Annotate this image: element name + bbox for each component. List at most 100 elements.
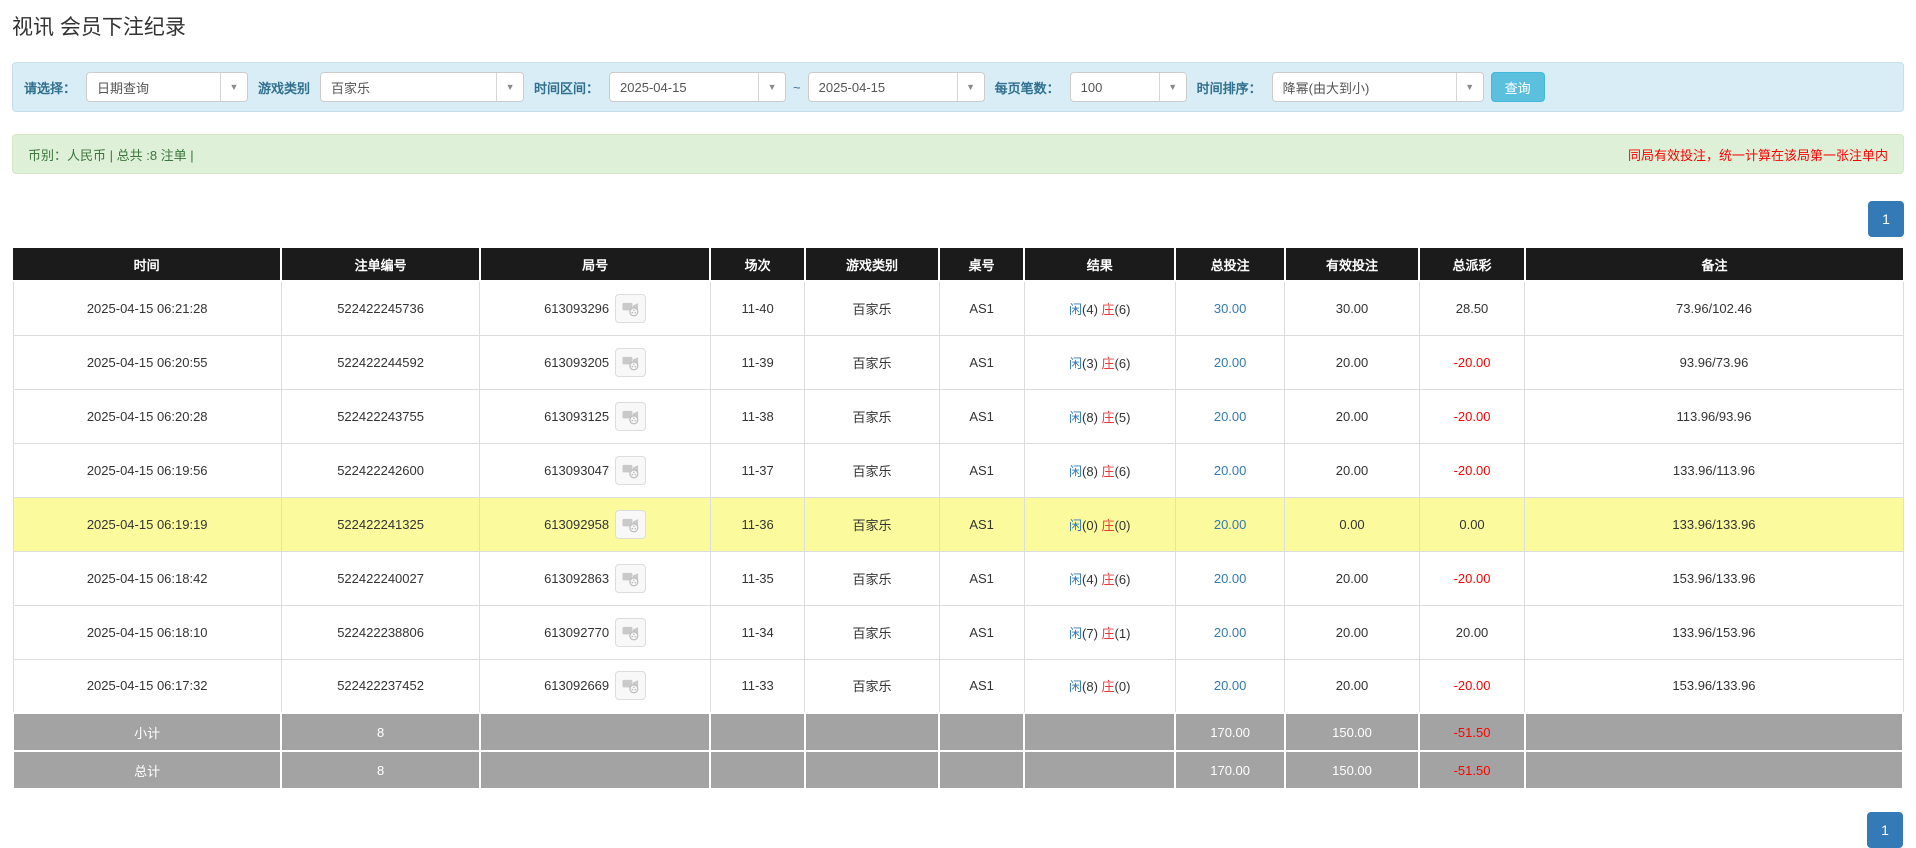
video-replay-button[interactable]	[615, 510, 646, 539]
valid-bet-cell: 20.00	[1285, 551, 1419, 605]
table-no-cell: AS1	[939, 497, 1024, 551]
page-1-button-bottom[interactable]: 1	[1867, 812, 1903, 848]
total-bet-cell: 20.00	[1175, 335, 1285, 389]
round-cell: 613093296	[480, 281, 711, 335]
game-type-cell: 百家乐	[805, 335, 939, 389]
total-bet-cell: 20.00	[1175, 605, 1285, 659]
video-replay-button[interactable]	[615, 564, 646, 593]
result-cell: 闲(8) 庄(6)	[1024, 443, 1175, 497]
remark-cell: 133.96/133.96	[1525, 497, 1903, 551]
result-cell: 闲(8) 庄(0)	[1024, 659, 1175, 713]
game-type-cell: 百家乐	[805, 497, 939, 551]
round-cell: 613092669	[480, 659, 711, 713]
bet-table-body: 2025-04-15 06:21:28522422245736613093296…	[13, 281, 1903, 713]
video-replay-button[interactable]	[615, 671, 646, 700]
total-bet-link[interactable]: 20.00	[1214, 355, 1247, 370]
bet-id-cell: 522422241325	[281, 497, 479, 551]
date-to-select[interactable]: 2025-04-15 ▼	[808, 72, 985, 102]
total-bet-cell: 20.00	[1175, 551, 1285, 605]
remark-cell: 153.96/133.96	[1525, 659, 1903, 713]
payout-cell: -20.00	[1419, 443, 1525, 497]
time-cell: 2025-04-15 06:19:56	[13, 443, 281, 497]
summary-label-cell: 总计	[13, 751, 281, 789]
result-cell: 闲(7) 庄(1)	[1024, 605, 1175, 659]
payout-cell: 20.00	[1419, 605, 1525, 659]
total-bet-link[interactable]: 20.00	[1214, 409, 1247, 424]
round-cell: 613092863	[480, 551, 711, 605]
round-cell: 613092770	[480, 605, 711, 659]
date-from-select[interactable]: 2025-04-15 ▼	[609, 72, 786, 102]
round-cell	[480, 751, 711, 789]
currency-summary-text: 币别：人民币 | 总共 :8 注单 |	[28, 145, 194, 164]
remark-cell: 133.96/153.96	[1525, 605, 1903, 659]
time-sort-select[interactable]: 降幂(由大到小) ▼	[1272, 72, 1484, 102]
payout-cell: -20.00	[1419, 551, 1525, 605]
chevron-down-icon[interactable]: ▼	[1456, 73, 1483, 101]
count-cell: 8	[281, 751, 479, 789]
chevron-down-icon[interactable]: ▼	[957, 73, 984, 101]
column-header: 场次	[710, 248, 805, 281]
game-type-cell: 百家乐	[805, 281, 939, 335]
session-cell: 11-33	[710, 659, 805, 713]
total-bet-cell: 170.00	[1175, 713, 1285, 751]
time-cell: 2025-04-15 06:18:42	[13, 551, 281, 605]
game-type-select[interactable]: 百家乐 ▼	[320, 72, 524, 102]
result-player: 闲	[1069, 679, 1082, 694]
total-bet-link[interactable]: 20.00	[1214, 463, 1247, 478]
video-replay-icon	[622, 408, 640, 425]
time-cell: 2025-04-15 06:17:32	[13, 659, 281, 713]
page-1-button[interactable]: 1	[1868, 201, 1904, 237]
total-bet-link[interactable]: 20.00	[1214, 678, 1247, 693]
remark-cell: 153.96/133.96	[1525, 551, 1903, 605]
bet-id-cell: 522422240027	[281, 551, 479, 605]
game-type-cell: 百家乐	[805, 389, 939, 443]
table-no-cell	[939, 751, 1024, 789]
valid-bet-cell: 20.00	[1285, 335, 1419, 389]
pagination-top: 1	[12, 201, 1904, 237]
chevron-down-icon[interactable]: ▼	[758, 73, 785, 101]
summary-row: 小计8170.00150.00-51.50	[13, 713, 1903, 751]
remark-cell: 93.96/73.96	[1525, 335, 1903, 389]
total-bet-link[interactable]: 30.00	[1214, 301, 1247, 316]
time-cell: 2025-04-15 06:20:55	[13, 335, 281, 389]
result-cell: 闲(4) 庄(6)	[1024, 281, 1175, 335]
table-no-cell: AS1	[939, 659, 1024, 713]
video-replay-button[interactable]	[615, 348, 646, 377]
page-title: 视讯 会员下注纪录	[12, 0, 1904, 41]
search-button[interactable]: 查询	[1491, 72, 1545, 102]
payout-cell: -20.00	[1419, 335, 1525, 389]
date-range-separator: ~	[793, 80, 801, 95]
round-id: 613093125	[544, 409, 609, 424]
page-size-select[interactable]: 100 ▼	[1070, 72, 1187, 102]
table-row: 2025-04-15 06:18:10522422238806613092770…	[13, 605, 1903, 659]
total-bet-link[interactable]: 20.00	[1214, 571, 1247, 586]
table-row: 2025-04-15 06:19:56522422242600613093047…	[13, 443, 1903, 497]
chevron-down-icon[interactable]: ▼	[220, 73, 247, 101]
video-replay-button[interactable]	[615, 294, 646, 323]
time-range-label: 时间区间：	[531, 78, 602, 97]
video-replay-button[interactable]	[615, 456, 646, 485]
table-no-cell: AS1	[939, 443, 1024, 497]
query-type-select[interactable]: 日期查询 ▼	[86, 72, 248, 102]
valid-bet-cell: 30.00	[1285, 281, 1419, 335]
result-banker: 庄	[1102, 464, 1115, 479]
column-header: 桌号	[939, 248, 1024, 281]
video-replay-icon	[622, 624, 640, 641]
table-no-cell: AS1	[939, 551, 1024, 605]
game-type-cell	[805, 751, 939, 789]
total-bet-link[interactable]: 20.00	[1214, 517, 1247, 532]
table-row: 2025-04-15 06:19:19522422241325613092958…	[13, 497, 1903, 551]
bet-id-cell: 522422245736	[281, 281, 479, 335]
result-player: 闲	[1069, 464, 1082, 479]
session-cell: 11-36	[710, 497, 805, 551]
remark-cell: 113.96/93.96	[1525, 389, 1903, 443]
column-header: 总投注	[1175, 248, 1285, 281]
round-cell: 613093047	[480, 443, 711, 497]
video-replay-button[interactable]	[615, 618, 646, 647]
total-bet-link[interactable]: 20.00	[1214, 625, 1247, 640]
table-row: 2025-04-15 06:20:55522422244592613093205…	[13, 335, 1903, 389]
chevron-down-icon[interactable]: ▼	[496, 73, 523, 101]
valid-bet-cell: 150.00	[1285, 713, 1419, 751]
chevron-down-icon[interactable]: ▼	[1159, 73, 1186, 101]
video-replay-button[interactable]	[615, 402, 646, 431]
